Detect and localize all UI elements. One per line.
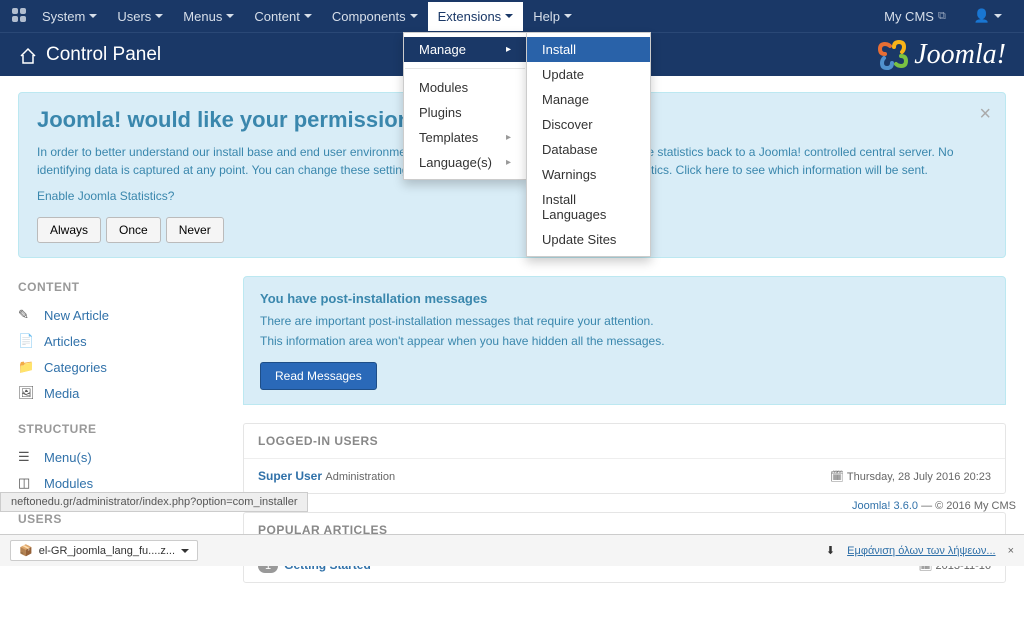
user-link[interactable]: Super User — [258, 469, 322, 483]
sidebar-item-articles[interactable]: 📄Articles — [18, 328, 223, 354]
status-url: neftonedu.gr/administrator/index.php?opt… — [0, 492, 308, 512]
submenu-item-database[interactable]: Database — [527, 137, 650, 162]
chevron-right-icon: ▸ — [506, 157, 511, 168]
folder-icon: 📁 — [18, 359, 34, 375]
always-button[interactable]: Always — [37, 217, 101, 243]
extensions-dropdown: Manage▸ Modules Plugins Templates▸ Langu… — [403, 32, 527, 180]
login-date: Thursday, 28 July 2016 20:23 — [847, 471, 991, 483]
logged-in-users-panel: LOGGED-IN USERS Super User Administratio… — [243, 423, 1006, 494]
external-link-icon: ⧉ — [938, 10, 946, 23]
submenu-item-install-languages[interactable]: Install Languages — [527, 187, 650, 227]
submenu-item-warnings[interactable]: Warnings — [527, 162, 650, 187]
user-group: Administration — [325, 471, 395, 483]
page-title: Control Panel — [46, 44, 161, 66]
sidebar-item-media[interactable]: 🖼Media — [18, 380, 223, 406]
dropdown-item-templates[interactable]: Templates▸ — [404, 125, 526, 150]
top-menu-bar: System Users Menus Content Components Ex… — [0, 0, 1024, 32]
brand-text: Joomla! — [914, 39, 1006, 71]
footer-status: Joomla! 3.6.0 — © 2016 My CMS — [852, 500, 1016, 512]
dropdown-item-plugins[interactable]: Plugins — [404, 100, 526, 125]
calendar-icon: 🗓 — [830, 471, 844, 483]
cube-icon: ◫ — [18, 475, 34, 491]
menu-help[interactable]: Help — [523, 2, 582, 31]
menu-system[interactable]: System — [32, 2, 107, 31]
post-install-text1: There are important post-installation me… — [260, 314, 989, 328]
image-icon: 🖼 — [18, 385, 34, 401]
close-icon[interactable]: × — [979, 103, 991, 126]
sidebar-item-menus[interactable]: ☰Menu(s) — [18, 444, 223, 470]
submenu-item-discover[interactable]: Discover — [527, 112, 650, 137]
menu-content[interactable]: Content — [244, 2, 322, 31]
panel-heading-logged-in: LOGGED-IN USERS — [244, 424, 1005, 459]
sidebar-item-new-article[interactable]: ✎New Article — [18, 302, 223, 328]
sidebar-heading-content: CONTENT — [18, 280, 223, 294]
dropdown-item-manage[interactable]: Manage▸ — [404, 37, 526, 62]
download-arrow-icon: ⬇ — [826, 544, 835, 557]
post-install-title: You have post-installation messages — [260, 291, 989, 306]
menu-components[interactable]: Components — [322, 2, 428, 31]
joomla-logo[interactable]: Joomla! — [878, 39, 1006, 71]
manage-submenu: Install Update Manage Discover Database … — [526, 32, 651, 257]
menu-users[interactable]: Users — [107, 2, 173, 31]
dropdown-item-languages[interactable]: Language(s)▸ — [404, 150, 526, 175]
joomla-icon — [12, 8, 26, 25]
version-link[interactable]: Joomla! 3.6.0 — [852, 500, 918, 512]
chevron-right-icon: ▸ — [506, 44, 511, 55]
sidebar-item-categories[interactable]: 📁Categories — [18, 354, 223, 380]
archive-icon: 📦 — [19, 544, 33, 557]
download-item[interactable]: 📦 el-GR_joomla_lang_fu....z... — [10, 540, 198, 561]
submenu-item-update-sites[interactable]: Update Sites — [527, 227, 650, 252]
list-icon: ☰ — [18, 449, 34, 465]
browser-download-bar: 📦 el-GR_joomla_lang_fu....z... ⬇ Εμφάνισ… — [0, 534, 1024, 566]
enable-stats-link[interactable]: Enable Joomla Statistics? — [37, 189, 987, 203]
show-all-downloads-link[interactable]: Εμφάνιση όλων των λήψεων... — [847, 545, 995, 557]
post-install-text2: This information area won't appear when … — [260, 334, 989, 348]
read-messages-button[interactable]: Read Messages — [260, 362, 377, 390]
user-icon: 👤 — [974, 8, 990, 24]
file-icon: 📄 — [18, 333, 34, 349]
sidebar-heading-structure: STRUCTURE — [18, 422, 223, 436]
submenu-item-manage[interactable]: Manage — [527, 87, 650, 112]
joomla-logo-mark — [878, 40, 908, 70]
pencil-icon: ✎ — [18, 307, 34, 323]
never-button[interactable]: Never — [166, 217, 224, 243]
once-button[interactable]: Once — [106, 217, 161, 243]
sidebar-heading-users: USERS — [18, 512, 223, 526]
chevron-right-icon: ▸ — [506, 132, 511, 143]
chevron-down-icon — [181, 549, 189, 553]
submenu-item-install[interactable]: Install — [527, 37, 650, 62]
home-icon — [18, 46, 36, 64]
menu-extensions[interactable]: Extensions — [428, 2, 524, 31]
menu-menus[interactable]: Menus — [173, 2, 244, 31]
submenu-item-update[interactable]: Update — [527, 62, 650, 87]
dropdown-item-modules[interactable]: Modules — [404, 75, 526, 100]
close-icon[interactable]: × — [1008, 545, 1014, 557]
user-menu[interactable]: 👤 — [964, 1, 1012, 31]
post-install-box: You have post-installation messages Ther… — [243, 276, 1006, 405]
site-link[interactable]: My CMS ⧉ — [874, 2, 956, 31]
